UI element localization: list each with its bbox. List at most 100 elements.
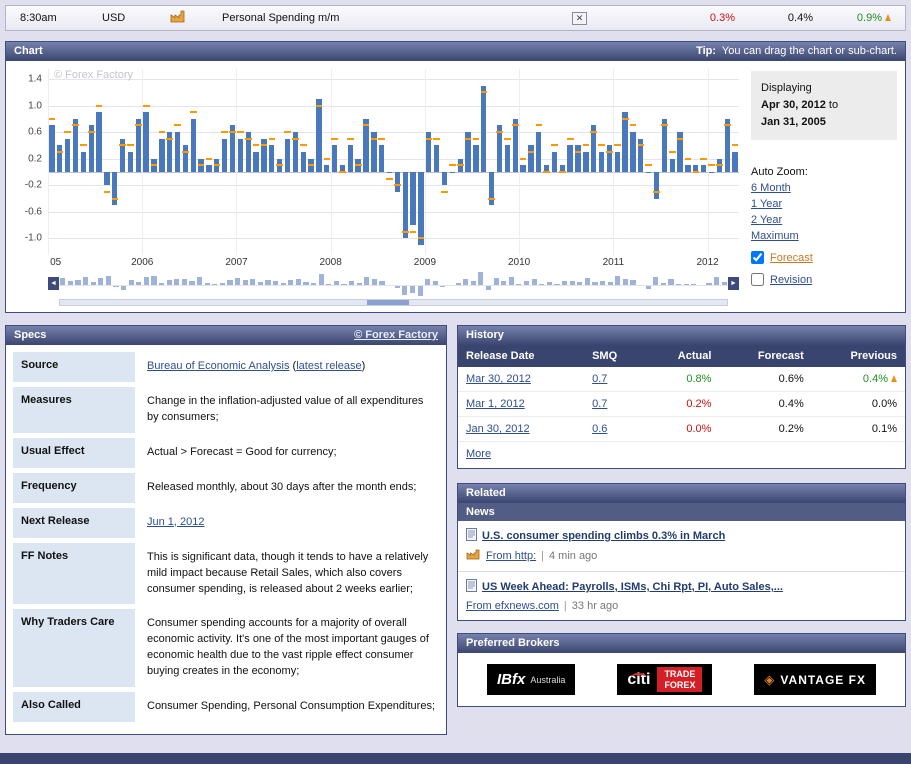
news-age: 33 hr ago [571,600,619,612]
spec-value: Released monthly, about 30 days after th… [147,480,417,493]
history-date-link[interactable]: Jan 30, 2012 [466,423,530,435]
citi-trade-line: TRADE [664,669,696,680]
forecast-tick [449,164,456,167]
news-age: 4 min ago [548,550,598,562]
y-axis-label: 0.6 [28,126,42,138]
chart-bar [402,284,408,295]
forecast-tick [457,164,464,167]
forecast-tick [268,137,276,140]
history-date-link[interactable]: Mar 30, 2012 [466,373,531,385]
x-axis-label: 2008 [319,257,342,268]
chart-scrollbar-track[interactable] [59,299,728,306]
forecast-tick [111,197,119,200]
scroll-right-icon[interactable]: ► [728,277,739,290]
chart-bar [60,278,66,285]
forecast-checkbox[interactable] [751,251,764,265]
chart-bar [269,145,275,172]
news-title-link[interactable]: US Week Ahead: Payrolls, ISMs, Chi Rpt, … [482,581,783,593]
chart-bar [135,118,141,172]
chart-bar [221,138,228,172]
news-title-link[interactable]: U.S. consumer spending climbs 0.3% in Ma… [482,530,725,542]
event-previous: 0.9% [813,12,891,24]
displaying-label: Displaying [761,82,812,94]
history-date-link[interactable]: Mar 1, 2012 [466,398,525,410]
forecast-tick [299,144,307,147]
auto-zoom-link-2-year[interactable]: 2 Year [751,214,897,226]
auto-zoom-link-1-year[interactable]: 1 Year [751,198,897,210]
chart-bar [143,277,149,285]
broker-logo-vantage[interactable]: ◈ VANTAGE FX [754,664,876,695]
chart-tip: Tip: You can drag the chart or sub-chart… [696,42,897,61]
citi-forex-line: FOREX [664,679,696,690]
chart-bar [331,145,338,172]
chart-bar [575,145,581,172]
forecast-toggle-row: Forecast [751,251,897,265]
chart-bar [386,171,393,174]
forecast-tick [425,137,433,140]
next-release-link[interactable]: Jun 1, 2012 [147,516,205,528]
history-panel: History Release Date SMQ Actual Forecast… [457,325,906,469]
more-link[interactable]: More [466,448,491,460]
x-axis-label: 2010 [508,257,531,268]
forex-factory-copyright-link[interactable]: © Forex Factory [354,326,438,345]
forecast-toggle-label[interactable]: Forecast [770,252,813,264]
chart-bar [567,145,573,172]
chart-bar [182,145,189,172]
chart-bar [197,277,203,285]
specs-panel: Specs © Forex Factory Source Bureau of Ec… [5,325,447,736]
forecast-tick [731,144,739,147]
citi-tradeforex-box: TRADE FOREX [657,667,703,692]
forecast-tick [252,144,260,147]
sub-chart-plot[interactable] [59,270,728,297]
col-smq: SMQ [584,345,646,367]
spec-label: FF Notes [13,542,135,605]
scroll-left-icon[interactable]: ◄ [48,277,59,290]
main-chart-plot[interactable] [48,69,739,255]
spec-label: Measures [13,386,135,433]
chart-bar [732,152,738,172]
forecast-tick [103,190,111,193]
x-axis-label: 2006 [131,257,154,268]
history-smq-link[interactable]: 0.7 [592,398,607,410]
auto-zoom-link-maximum[interactable]: Maximum [751,230,897,242]
news-from-link[interactable]: From http: [486,550,536,562]
chart-bar [104,171,110,186]
x-axis-label: 2007 [225,257,248,268]
forecast-tick [339,170,346,173]
specs-body: Source Bureau of Economic Analysis (lates… [6,345,446,734]
news-factory-icon [466,549,481,563]
forecast-tick [284,131,291,134]
forecast-tick [645,164,653,167]
forecast-tick [504,137,511,140]
chart-bar [646,171,652,174]
ibfx-logo-sub: Australia [530,674,566,685]
brokers-body: IBfx Australia citi TRADE FOREX ◈ VANTAG… [458,653,905,706]
broker-logo-citi[interactable]: citi TRADE FOREX [617,664,713,695]
source-link[interactable]: Bureau of Economic Analysis [147,360,289,372]
seen-close-icon[interactable]: ✕ [572,11,587,25]
separator: | [541,550,544,562]
revision-checkbox[interactable] [751,273,764,287]
specs-title: Specs [14,329,47,341]
forecast-tick [244,137,252,140]
news-from-link[interactable]: From efxnews.com [466,600,559,612]
latest-release-link[interactable]: latest release [296,360,361,372]
forecast-tick [637,144,645,147]
spec-row-next-release: Next Release Jun 1, 2012 [13,507,439,538]
forecast-tick [213,164,221,167]
history-previous: 0.0% [871,398,897,410]
history-smq-link[interactable]: 0.6 [592,423,607,435]
more-row: More [458,442,905,468]
history-smq-link[interactable]: 0.7 [592,373,607,385]
chart-main-area[interactable]: © Forex Factory 1.4 1.0 0.6 0.2 -0.2 -0.6 -1.0… [12,69,739,306]
auto-zoom-link-6-month[interactable]: 6 Month [751,182,897,194]
chart-bar [653,171,660,199]
forecast-tick [174,124,181,127]
chart-bar [441,171,448,186]
gridline-h [48,211,739,213]
broker-logo-ibfx[interactable]: IBfx Australia [486,664,576,695]
chart-bar [598,152,605,172]
revision-toggle-label[interactable]: Revision [770,274,812,286]
forecast-tick [135,124,142,127]
chart-scrollbar-handle[interactable] [366,300,409,305]
